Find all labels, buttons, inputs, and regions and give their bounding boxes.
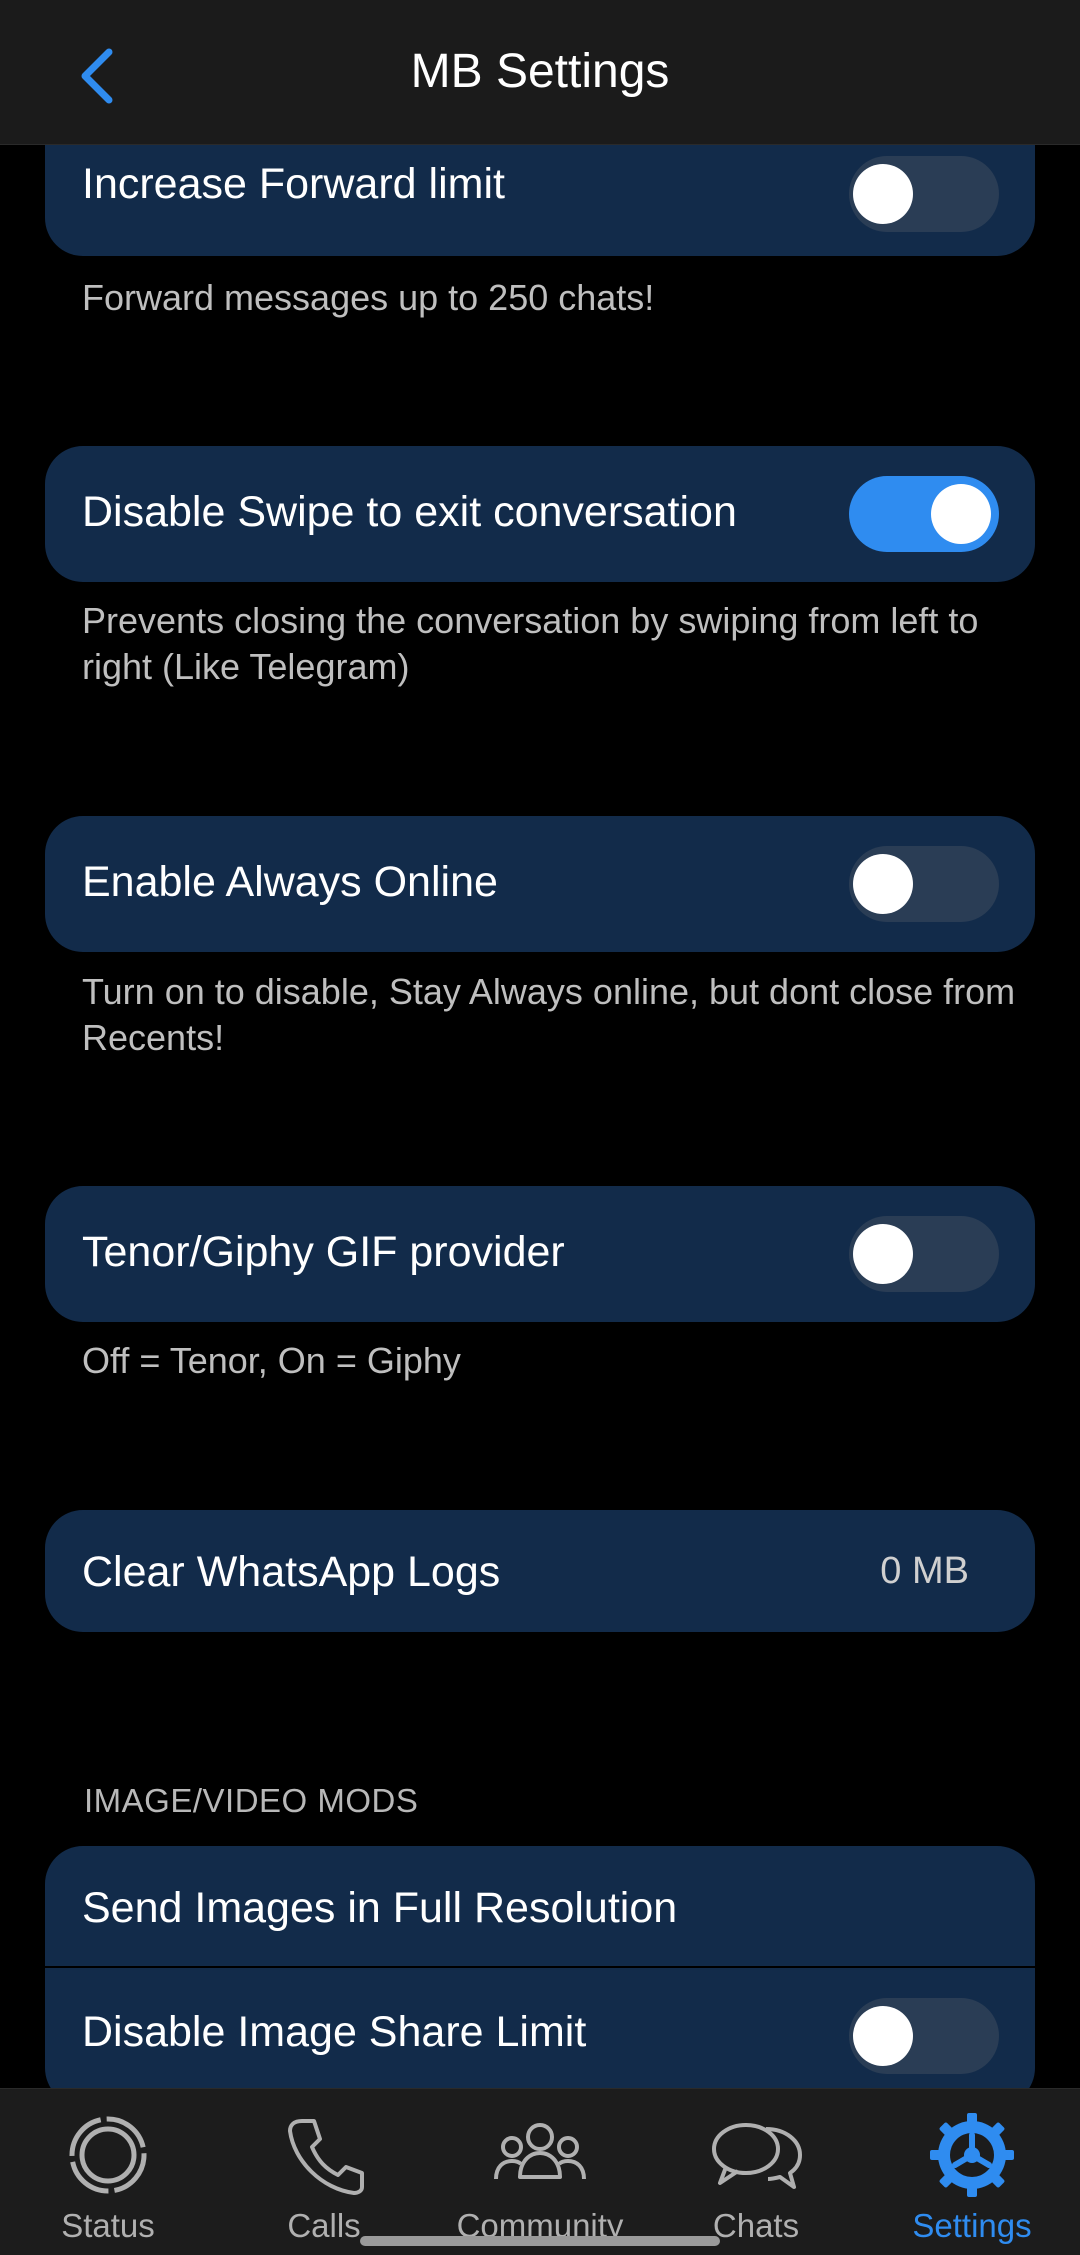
nav-chats[interactable]: Chats: [648, 2089, 864, 2255]
toggle-knob: [853, 164, 913, 224]
image-video-group: Send Images in Full Resolution Disable I…: [45, 1846, 1035, 2106]
toggle-knob: [853, 2006, 913, 2066]
top-app-bar: MB Settings: [0, 0, 1080, 145]
setting-description: Turn on to disable, Stay Always online, …: [82, 971, 1016, 1058]
toggle-knob: [931, 484, 991, 544]
setting-enable-always-online[interactable]: Enable Always Online: [45, 816, 1035, 952]
toggle-knob: [853, 854, 913, 914]
setting-label: Disable Swipe to exit conversation: [82, 488, 737, 536]
phone-icon: [288, 2119, 364, 2195]
section-header: IMAGE/VIDEO MODS: [84, 1782, 419, 1819]
toggle-switch[interactable]: [849, 1998, 999, 2074]
nav-label: Status: [61, 2207, 155, 2244]
setting-label: Enable Always Online: [82, 858, 498, 906]
setting-description: Forward messages up to 250 chats!: [82, 277, 655, 318]
setting-description: Prevents closing the conversation by swi…: [82, 600, 979, 687]
nav-status[interactable]: Status: [0, 2089, 216, 2255]
logs-size-value: 0 MB: [880, 1550, 969, 1592]
nav-community[interactable]: Community: [432, 2089, 648, 2255]
toggle-switch[interactable]: [849, 156, 999, 232]
setting-label: Clear WhatsApp Logs: [82, 1548, 501, 1596]
setting-gif-provider[interactable]: Tenor/Giphy GIF provider: [45, 1186, 1035, 1322]
list-divider: [45, 1966, 1035, 1968]
community-icon: [494, 2123, 586, 2180]
home-indicator: [360, 2236, 720, 2246]
settings-gear-icon: [930, 2113, 1014, 2197]
toggle-switch[interactable]: [849, 1216, 999, 1292]
setting-label: Increase Forward limit: [82, 160, 505, 208]
nav-calls[interactable]: Calls: [216, 2089, 432, 2255]
nav-label: Settings: [912, 2207, 1032, 2244]
send-full-resolution-label[interactable]: Send Images in Full Resolution: [82, 1884, 677, 1933]
toggle-switch[interactable]: [849, 476, 999, 552]
bottom-navigation: Status Calls Community Chats Settings: [0, 2088, 1080, 2255]
setting-disable-swipe-exit[interactable]: Disable Swipe to exit conversation: [45, 446, 1035, 582]
clear-logs-button[interactable]: Clear WhatsApp Logs 0 MB: [45, 1510, 1035, 1632]
chats-icon: [712, 2123, 802, 2189]
nav-settings[interactable]: Settings: [864, 2089, 1080, 2255]
toggle-knob: [853, 1224, 913, 1284]
setting-label: Tenor/Giphy GIF provider: [82, 1228, 565, 1276]
disable-image-share-limit-label[interactable]: Disable Image Share Limit: [82, 2008, 586, 2057]
page-title: MB Settings: [410, 45, 670, 98]
toggle-switch[interactable]: [849, 846, 999, 922]
setting-description: Off = Tenor, On = Giphy: [82, 1340, 461, 1381]
status-icon: [69, 2116, 147, 2194]
settings-content: Increase Forward limit Forward messages …: [0, 0, 1080, 2254]
